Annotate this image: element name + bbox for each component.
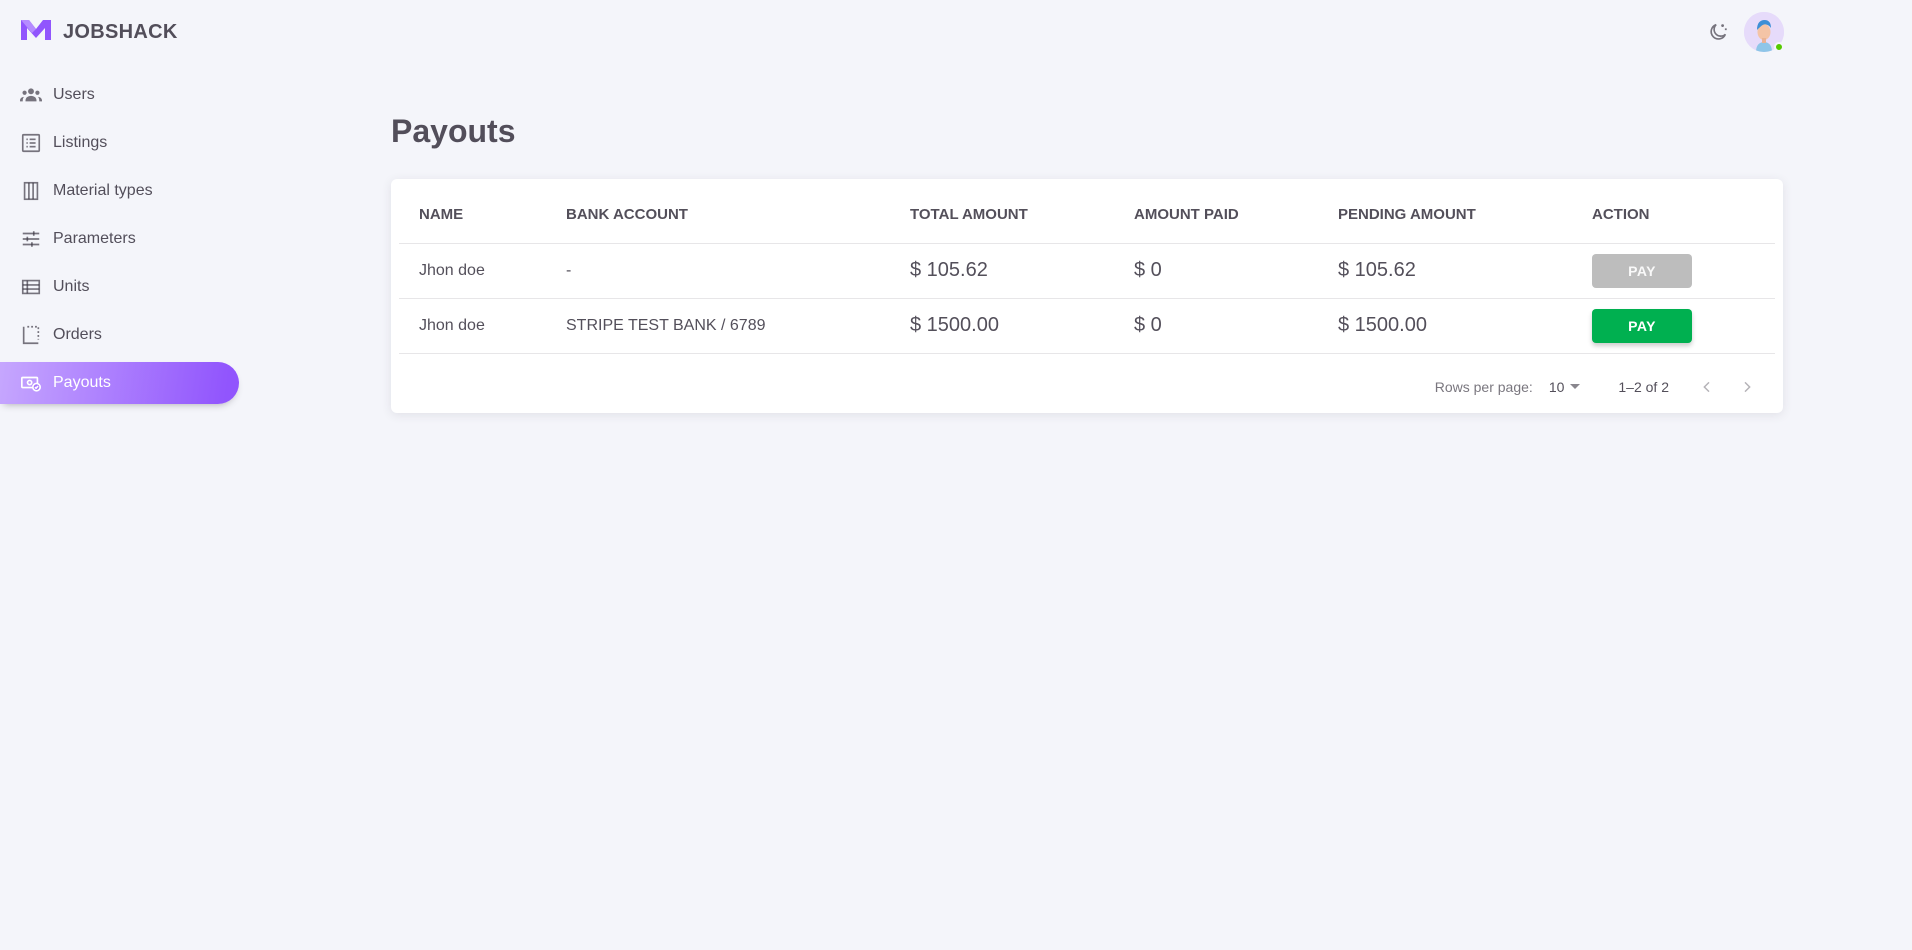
pay-button[interactable]: PAY [1592, 253, 1692, 288]
payouts-card: Name Bank account Total amount Amount pa… [391, 179, 1783, 413]
sidebar-item-parameters[interactable]: Parameters [0, 218, 239, 260]
cell-pending-amount: $ 105.62 [1318, 243, 1572, 299]
online-status-dot [1774, 42, 1784, 52]
sidebar-item-label: Listings [53, 134, 108, 151]
chevron-left-icon [1703, 381, 1710, 392]
chevron-right-icon [1744, 381, 1751, 392]
sidebar-item-label: Orders [53, 326, 102, 343]
user-avatar[interactable] [1744, 12, 1784, 52]
brand[interactable]: JOBSHACK [20, 18, 178, 46]
cell-total-amount: $ 105.62 [890, 243, 1114, 299]
tune-icon [20, 228, 42, 250]
sidebar-item-label: Users [53, 86, 95, 103]
cell-action: PAY [1572, 298, 1775, 354]
column-header-pending-amount: Pending amount [1318, 179, 1572, 244]
cell-bank-account: - [546, 243, 890, 299]
moon-icon[interactable] [1698, 12, 1738, 52]
cell-action: PAY [1572, 243, 1775, 299]
column-header-total-amount: Total amount [890, 179, 1114, 244]
payouts-table: Name Bank account Total amount Amount pa… [399, 179, 1775, 354]
table-header-row: Name Bank account Total amount Amount pa… [399, 179, 1775, 244]
columns-icon [20, 180, 42, 202]
table-row: Jhon doe - $ 105.62 $ 0 $ 105.62 PAY [399, 243, 1775, 299]
sidebar-item-orders[interactable]: Orders [0, 314, 239, 356]
rows-per-page-select[interactable]: 10 [1549, 379, 1581, 395]
previous-page-button[interactable] [1687, 367, 1727, 407]
sidebar-item-users[interactable]: Users [0, 74, 239, 116]
sidebar-item-payouts[interactable]: Payouts [0, 362, 239, 404]
pagination-range: 1–2 of 2 [1618, 378, 1669, 395]
users-icon [20, 84, 42, 106]
rows-per-page-label: Rows per page: [1434, 378, 1533, 395]
sidebar-nav: Users Listings Material types Parameters… [0, 74, 240, 410]
list-icon [20, 132, 42, 154]
sidebar-item-label: Material types [53, 182, 153, 199]
cell-pending-amount: $ 1500.00 [1318, 298, 1572, 354]
caret-down-icon [1570, 384, 1581, 389]
sidebar-item-material-types[interactable]: Material types [0, 170, 239, 212]
column-header-name: Name [399, 179, 546, 244]
app-name: JOBSHACK [63, 20, 178, 43]
cell-name: Jhon doe [399, 243, 546, 299]
sidebar-item-label: Parameters [53, 230, 136, 247]
topbar-actions [1698, 12, 1784, 52]
page-title: Payouts [391, 113, 516, 149]
cell-amount-paid: $ 0 [1114, 298, 1318, 354]
dotted-square-icon [20, 324, 42, 346]
sidebar-item-label: Units [53, 278, 90, 295]
sidebar-item-listings[interactable]: Listings [0, 122, 239, 164]
cell-bank-account: STRIPE TEST BANK / 6789 [546, 298, 890, 354]
logo-icon [20, 18, 52, 47]
table-pagination: Rows per page: 10 1–2 of 2 [399, 354, 1775, 420]
column-header-bank-account: Bank account [546, 179, 890, 244]
rows-per-page-value: 10 [1548, 378, 1565, 395]
cell-name: Jhon doe [399, 298, 546, 354]
column-header-action: Action [1572, 179, 1775, 244]
table-row: Jhon doe STRIPE TEST BANK / 6789 $ 1500.… [399, 298, 1775, 354]
sidebar-item-label: Payouts [53, 374, 111, 391]
table-rows-icon [20, 276, 42, 298]
cell-amount-paid: $ 0 [1114, 243, 1318, 299]
sidebar-item-units[interactable]: Units [0, 266, 239, 308]
cash-icon [20, 372, 42, 394]
next-page-button[interactable] [1727, 367, 1767, 407]
column-header-amount-paid: Amount paid [1114, 179, 1318, 244]
sidebar: JOBSHACK Users Listings Material types P… [0, 0, 260, 950]
pay-button[interactable]: PAY [1592, 308, 1692, 343]
cell-total-amount: $ 1500.00 [890, 298, 1114, 354]
